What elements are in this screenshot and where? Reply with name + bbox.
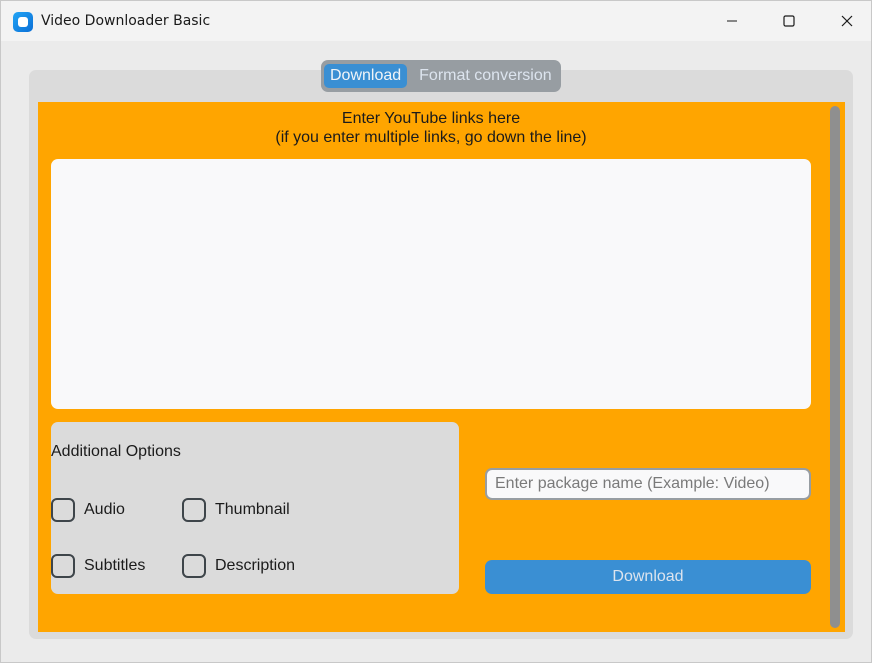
window-title: Video Downloader Basic [41, 13, 211, 29]
tab-download[interactable]: Download [324, 64, 408, 88]
links-textarea[interactable] [51, 159, 811, 409]
checkbox-box[interactable] [182, 554, 206, 578]
description-checkbox[interactable]: Description [182, 554, 295, 578]
audio-checkbox[interactable]: Audio [51, 498, 125, 522]
title-bar[interactable]: Video Downloader Basic [1, 1, 871, 41]
close-icon [841, 15, 853, 27]
minimize-icon [727, 20, 737, 22]
tab-format-conversion[interactable]: Format conversion [413, 64, 558, 88]
checkbox-box[interactable] [182, 498, 206, 522]
checkbox-label: Audio [84, 501, 125, 518]
checkbox-box[interactable] [51, 498, 75, 522]
checkbox-box[interactable] [51, 554, 75, 578]
app-window: Video Downloader Basic Download Format c… [0, 0, 872, 663]
download-button[interactable]: Download [485, 560, 811, 594]
maximize-icon [783, 15, 795, 27]
thumbnail-checkbox[interactable]: Thumbnail [182, 498, 290, 522]
app-icon [13, 12, 33, 32]
instructions-line-2: (if you enter multiple links, go down th… [275, 129, 587, 146]
links-instructions: Enter YouTube links here (if you enter m… [51, 109, 811, 147]
package-name-input[interactable] [485, 468, 811, 500]
tab-switcher: Download Format conversion [321, 60, 561, 92]
minimize-button[interactable] [709, 1, 755, 41]
instructions-line-1: Enter YouTube links here [341, 110, 521, 127]
checkbox-label: Subtitles [84, 557, 146, 574]
close-button[interactable] [824, 1, 870, 41]
additional-options-title: Additional Options [51, 443, 181, 460]
maximize-button[interactable] [766, 1, 812, 41]
checkbox-label: Description [215, 557, 296, 574]
checkbox-label: Thumbnail [215, 501, 290, 518]
scrollbar[interactable] [830, 106, 840, 628]
subtitles-checkbox[interactable]: Subtitles [51, 554, 145, 578]
